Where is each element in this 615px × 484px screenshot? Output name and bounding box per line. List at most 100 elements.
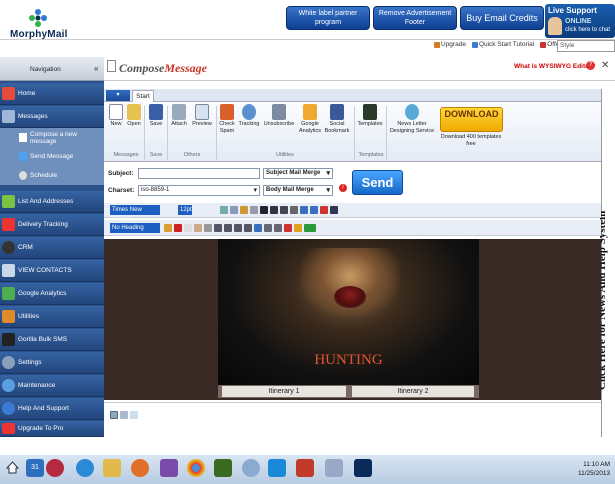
sidebar-item-maintenance[interactable]: Maintenance	[0, 375, 104, 397]
chrome-icon[interactable]	[187, 459, 205, 477]
charset-select[interactable]: iso-8859-1	[138, 185, 260, 196]
sidebar-item-home[interactable]: Home	[0, 83, 104, 105]
live-support-button[interactable]: Live Support ONLINE click here to chat	[545, 4, 615, 38]
firefox-icon[interactable]	[131, 459, 149, 477]
unsubscribe-button[interactable]: Unsubscribe	[262, 104, 296, 128]
visual-studio-icon[interactable]	[160, 459, 178, 477]
sidebar-item-crm[interactable]: CRM	[0, 237, 104, 259]
underline-icon[interactable]	[280, 206, 288, 214]
justify-icon[interactable]	[244, 224, 252, 232]
unlink-icon[interactable]	[284, 224, 292, 232]
social-bookmark-button[interactable]: Social Bookmark	[324, 104, 350, 135]
table-icon[interactable]	[184, 224, 192, 232]
subject-input[interactable]	[138, 168, 260, 179]
sidebar-item-lists[interactable]: List And Addresses	[0, 191, 104, 213]
newsletter-service-button[interactable]: News Letter Designing Service	[388, 104, 436, 135]
html-icon[interactable]	[304, 224, 316, 232]
emoticon-icon[interactable]	[294, 224, 302, 232]
align-center-icon[interactable]	[224, 224, 232, 232]
tracking-button[interactable]: Tracking	[238, 104, 260, 128]
tutorial-link[interactable]: Quick Start Tutorial	[471, 41, 534, 48]
body-merge-select[interactable]: Body Mail Merge	[263, 185, 333, 196]
collapse-icon[interactable]: «	[94, 64, 98, 73]
remove-footer-button[interactable]: Remove Advertisement Footer	[373, 6, 457, 30]
photoshop-icon[interactable]	[354, 459, 372, 477]
itinerary-1[interactable]: Itinerary 1	[222, 386, 346, 397]
sidebar-item-schedule[interactable]: Schedule	[0, 166, 104, 185]
align-left-icon[interactable]	[214, 224, 222, 232]
link-icon[interactable]	[254, 224, 262, 232]
tab-start[interactable]: Start	[132, 90, 154, 102]
new-button[interactable]: New	[108, 104, 124, 128]
whitelabel-button[interactable]: White label partner program	[286, 6, 370, 30]
google-analytics-button[interactable]: Google Analytics	[297, 104, 323, 135]
skype-icon[interactable]	[268, 459, 286, 477]
image-icon[interactable]	[194, 224, 202, 232]
close-icon[interactable]: ✕	[601, 60, 609, 71]
font-size-select[interactable]: 12pt	[178, 205, 192, 215]
upgrade-link[interactable]: Upgrade	[434, 41, 466, 48]
strike-icon[interactable]	[290, 206, 298, 214]
text-color-icon[interactable]	[174, 224, 182, 232]
sidebar-item-utilities[interactable]: Utilities	[0, 306, 104, 328]
sidebar-item-tracking[interactable]: Delivery Tracking	[0, 214, 104, 236]
binoculars-icon[interactable]	[330, 206, 338, 214]
app-icon[interactable]	[325, 459, 343, 477]
find-icon[interactable]	[250, 206, 258, 214]
indent-icon[interactable]	[274, 224, 282, 232]
templates-button[interactable]: Templates	[357, 104, 383, 128]
design-view-icon[interactable]	[110, 411, 118, 419]
media-icon[interactable]	[46, 459, 64, 477]
sidebar-item-help[interactable]: Help And Support	[0, 398, 104, 420]
home-icon[interactable]	[5, 460, 20, 475]
wysiwyg-link[interactable]: What is WYSIWYG Editor?	[514, 63, 596, 70]
list-bullets-icon[interactable]	[264, 224, 272, 232]
preview-button[interactable]: Preview	[190, 104, 214, 128]
sidebar-item-contacts[interactable]: VIEW CONTACTS	[0, 260, 104, 282]
download-templates-button[interactable]: DOWNLOAD	[440, 107, 503, 132]
copy-icon[interactable]	[230, 206, 238, 214]
italic-icon[interactable]	[270, 206, 278, 214]
open-button[interactable]: Open	[126, 104, 142, 128]
sidebar-item-send[interactable]: Send Message	[0, 147, 104, 166]
attach-button[interactable]: Attach	[170, 104, 188, 128]
preview-view-icon[interactable]	[130, 411, 138, 419]
heading-select[interactable]: No Heading	[110, 223, 160, 233]
font-select[interactable]: Times New Roman	[110, 205, 160, 223]
file-explorer-icon[interactable]	[103, 459, 121, 477]
cut-icon[interactable]	[220, 206, 228, 214]
bold-icon[interactable]	[260, 206, 268, 214]
sidebar-item-settings[interactable]: Settings	[0, 352, 104, 374]
buy-credits-button[interactable]: Buy Email Credits	[460, 6, 544, 30]
subject-merge-select[interactable]: Subject Mail Merge	[263, 168, 333, 179]
dreamweaver-icon[interactable]	[214, 459, 232, 477]
calendar-icon[interactable]: 31	[26, 459, 44, 477]
sidebar-item-compose[interactable]: Compose a new message	[0, 128, 104, 147]
spellcheck-icon[interactable]	[320, 206, 328, 214]
filezilla-icon[interactable]	[296, 459, 314, 477]
align-right-icon[interactable]	[234, 224, 242, 232]
send-button[interactable]: Send	[352, 170, 403, 195]
sidebar-item-sms[interactable]: Gorilla Bulk SMS	[0, 329, 104, 351]
redo-icon[interactable]	[310, 206, 318, 214]
system-clock[interactable]: 11:10 AM 11/25/2013	[578, 460, 610, 478]
highlight-icon[interactable]	[164, 224, 172, 232]
paste-icon[interactable]	[240, 206, 248, 214]
hr-icon[interactable]	[204, 224, 212, 232]
undo-icon[interactable]	[300, 206, 308, 214]
check-spam-button[interactable]: Check Spam	[217, 104, 237, 135]
newsletter-icon	[405, 104, 419, 120]
question-icon[interactable]: ?	[586, 61, 595, 70]
download-templates-text[interactable]: Download 400 templates free	[436, 134, 506, 148]
code-view-icon[interactable]	[120, 411, 128, 419]
sidebar-item-upgrade[interactable]: Upgrade To Pro	[0, 421, 104, 437]
network-icon[interactable]	[242, 459, 260, 477]
itinerary-2[interactable]: Itinerary 2	[352, 386, 474, 397]
sidebar-item-messages[interactable]: Messages	[0, 106, 104, 128]
sidebar-item-analytics[interactable]: Google Analytics	[0, 283, 104, 305]
internet-explorer-icon[interactable]	[76, 459, 94, 477]
view-buttons	[110, 411, 140, 421]
ribbon-menu-button[interactable]: ▾	[106, 90, 130, 101]
style-select[interactable]: Style	[557, 40, 615, 52]
save-button[interactable]: Save	[147, 104, 165, 128]
